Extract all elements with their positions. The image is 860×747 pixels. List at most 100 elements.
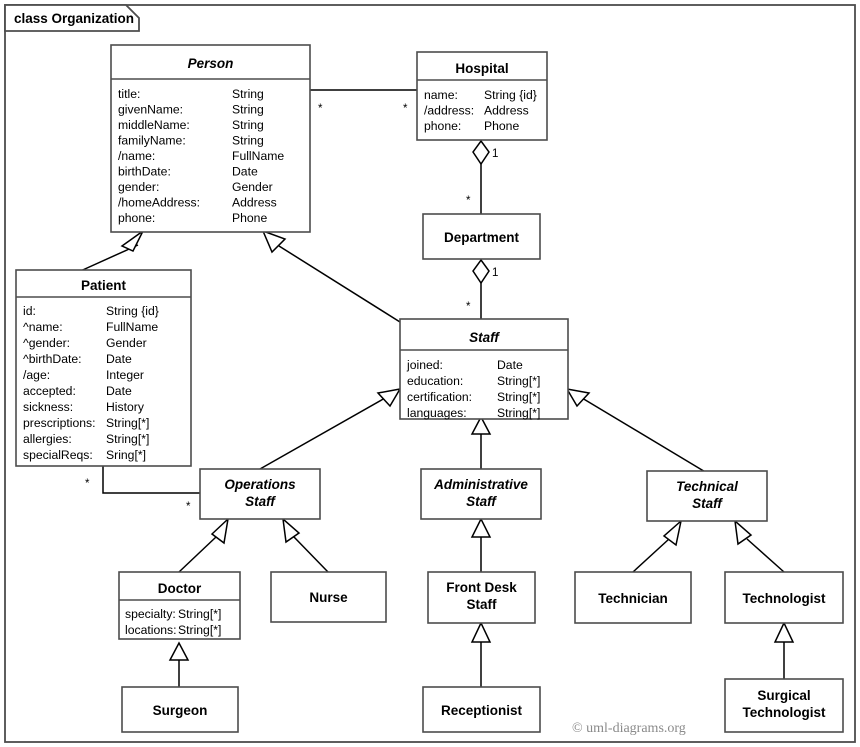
class-hospital[interactable]: Hospital name: String {id} /address: Add… — [416, 51, 548, 141]
class-surgeon[interactable]: Surgeon — [121, 686, 239, 733]
gen-arrow-frontdesk-administrative — [470, 517, 492, 538]
class-administrative-staff-name-line1: Administrative — [433, 477, 528, 492]
attr-name: gender: — [118, 180, 159, 194]
attr-name: title: — [118, 87, 140, 101]
aggregation-diamond-hospital — [472, 139, 490, 166]
gen-arrow-nurse-operations — [281, 517, 301, 544]
class-doctor[interactable]: Doctor specialty: String[*] locations: S… — [118, 571, 241, 640]
mult-patient-operations-target: * — [186, 501, 191, 513]
class-surgeon-name: Surgeon — [153, 703, 208, 718]
class-technical-staff-name-line1: Technical — [676, 479, 738, 494]
attr-name: accepted: — [23, 384, 76, 398]
gen-arrow-staff-person — [261, 229, 287, 254]
attr-type: String — [232, 87, 264, 101]
attr-name: ^name: — [23, 320, 63, 334]
attr-name: middleName: — [118, 118, 190, 132]
attr-name: locations: — [125, 623, 177, 637]
class-technical-staff-name-line2: Staff — [692, 496, 723, 511]
class-technologist-name: Technologist — [743, 591, 827, 606]
attr-type: Address — [232, 196, 277, 210]
attr-type: Date — [232, 165, 258, 179]
attr-name: allergies: — [23, 432, 72, 446]
class-technical-staff[interactable]: Technical Staff — [646, 470, 768, 522]
class-surgical-technologist-name-line2: Technologist — [743, 705, 827, 720]
attr-type: String[*] — [178, 623, 221, 637]
gen-arrow-receptionist-frontdesk — [470, 621, 492, 643]
attr-name: certification: — [407, 390, 472, 404]
attr-type: String — [232, 118, 264, 132]
class-technician[interactable]: Technician — [574, 571, 692, 624]
gen-arrow-surgicaltech-technologist — [773, 621, 795, 643]
mult-person-hospital-source: * — [318, 103, 323, 115]
class-technician-name: Technician — [598, 591, 668, 606]
class-administrative-staff-name-line2: Staff — [466, 494, 497, 509]
attr-type: String[*] — [497, 406, 540, 420]
class-operations-staff-name-line1: Operations — [224, 477, 296, 492]
attr-name: /address: — [424, 104, 474, 118]
attr-type: Date — [106, 384, 132, 398]
attr-name: id: — [23, 304, 36, 318]
attr-name: prescriptions: — [23, 416, 95, 430]
class-department-name: Department — [444, 230, 520, 245]
class-technologist[interactable]: Technologist — [724, 571, 844, 624]
attr-name: /name: — [118, 149, 155, 163]
mult-patient-operations-source: * — [85, 478, 90, 490]
mult-department-staff-whole: 1 — [492, 267, 498, 279]
attr-type: String {id} — [484, 88, 537, 102]
attr-type: Gender — [106, 336, 147, 350]
attr-type: Sring[*] — [106, 448, 146, 462]
attr-type: Address — [484, 104, 529, 118]
class-patient-name: Patient — [81, 278, 127, 293]
gen-arrow-operations-staff — [376, 387, 402, 408]
attr-name: name: — [424, 88, 458, 102]
class-patient[interactable]: Patient id: String {id} ^name: FullName … — [15, 269, 192, 467]
class-staff[interactable]: Staff joined: Date education: String[*] … — [399, 318, 569, 420]
gen-arrow-technical-staff — [565, 387, 591, 408]
frame-title: class Organization — [14, 11, 134, 26]
gen-arrow-patient-person — [120, 230, 144, 252]
gen-technical-staff-line — [581, 397, 708, 474]
attr-name: givenName: — [118, 103, 183, 117]
class-department[interactable]: Department — [422, 213, 541, 260]
attr-type: Date — [106, 352, 132, 366]
class-front-desk-staff-name-line2: Staff — [467, 597, 498, 612]
attr-type: Phone — [232, 211, 267, 225]
attr-name: ^gender: — [23, 336, 70, 350]
attr-name: languages: — [407, 406, 467, 420]
class-operations-staff-name-line2: Staff — [245, 494, 276, 509]
attr-type: String[*] — [497, 374, 540, 388]
attr-type: String[*] — [178, 607, 221, 621]
attr-name: specialReqs: — [23, 448, 93, 462]
class-person[interactable]: Person title: String givenName: String m… — [110, 44, 311, 233]
gen-operations-staff-line — [259, 397, 386, 470]
attr-type: String {id} — [106, 304, 159, 318]
class-receptionist[interactable]: Receptionist — [422, 686, 541, 733]
class-front-desk-staff[interactable]: Front Desk Staff — [427, 571, 536, 624]
class-administrative-staff[interactable]: Administrative Staff — [420, 468, 542, 520]
attr-type: String — [232, 103, 264, 117]
attr-name: sickness: — [23, 400, 73, 414]
attr-type: String — [232, 134, 264, 148]
attr-name: /homeAddress: — [118, 196, 200, 210]
mult-hospital-department-part: * — [466, 195, 471, 207]
gen-doctor-operations-line — [178, 536, 217, 573]
class-hospital-name: Hospital — [455, 61, 508, 76]
class-receptionist-name: Receptionist — [441, 703, 523, 718]
gen-staff-person-line — [278, 245, 401, 323]
uml-class-diagram: class Organization * * 1 * 1 * * * Perso… — [0, 0, 860, 747]
class-surgical-technologist[interactable]: Surgical Technologist — [724, 678, 844, 733]
diagram-canvas: class Organization * * 1 * 1 * * * Perso… — [4, 4, 856, 743]
attr-name: specialty: — [125, 607, 176, 621]
attr-name: birthDate: — [118, 165, 171, 179]
class-surgical-technologist-name-line1: Surgical — [757, 688, 810, 703]
gen-technologist-technical-line — [746, 538, 785, 573]
attr-name: ^birthDate: — [23, 352, 82, 366]
copyright-notice: © uml-diagrams.org — [572, 721, 686, 736]
attr-name: phone: — [424, 119, 461, 133]
class-person-name: Person — [188, 56, 234, 71]
aggregation-diamond-department — [472, 258, 490, 285]
class-nurse[interactable]: Nurse — [270, 571, 387, 623]
mult-person-hospital-target: * — [403, 103, 408, 115]
class-operations-staff[interactable]: Operations Staff — [199, 468, 321, 520]
attr-type: Date — [497, 358, 523, 372]
